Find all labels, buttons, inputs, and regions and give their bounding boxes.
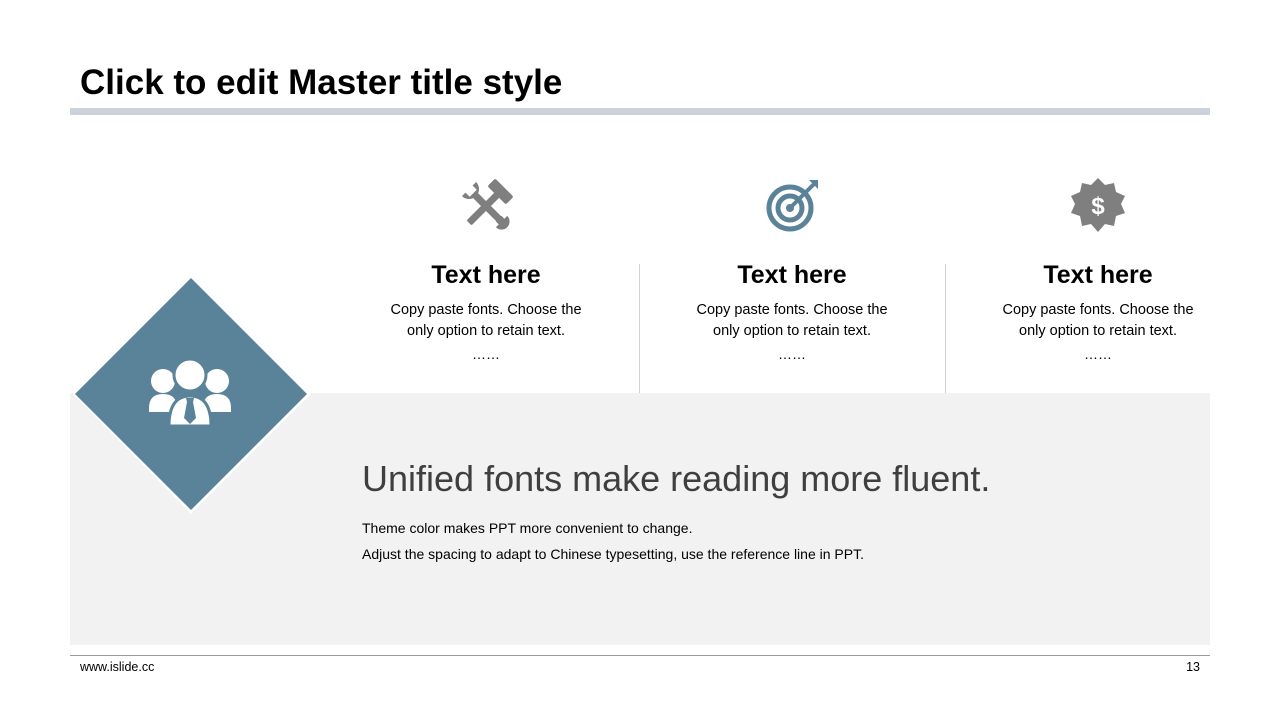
footer-website: www.islide.cc <box>80 660 155 674</box>
feature-description-line: Copy paste fonts. Choose the <box>390 302 582 318</box>
feature-title: Text here <box>431 261 541 289</box>
title-underline-bar <box>70 108 1210 115</box>
panel-headline: Unified fonts make reading more fluent. <box>362 458 991 499</box>
feature-title: Text here <box>737 261 847 289</box>
column-divider <box>945 264 946 393</box>
feature-description-line: Copy paste fonts. Choose the <box>1002 302 1194 318</box>
svg-text:$: $ <box>1091 193 1105 220</box>
feature-ellipsis: …… <box>778 346 806 362</box>
footer-divider <box>70 655 1210 656</box>
panel-body-line: Theme color makes PPT more convenient to… <box>362 520 693 536</box>
dollar-badge-icon: $ <box>1071 178 1125 232</box>
slide-title: Click to edit Master title style <box>80 63 563 102</box>
feature-title: Text here <box>1043 261 1153 289</box>
feature-ellipsis: …… <box>1084 346 1112 362</box>
target-icon <box>766 180 818 232</box>
feature-ellipsis: …… <box>472 346 500 362</box>
page-number: 13 <box>1186 660 1200 674</box>
feature-description-line: only option to retain text. <box>1019 323 1177 339</box>
feature-description-line: only option to retain text. <box>407 323 565 339</box>
panel-body-line: Adjust the spacing to adapt to Chinese t… <box>362 546 864 562</box>
feature-description-line: only option to retain text. <box>713 323 871 339</box>
tools-icon <box>461 179 513 230</box>
feature-description-line: Copy paste fonts. Choose the <box>696 302 888 318</box>
team-diamond <box>73 274 311 514</box>
column-divider <box>639 264 640 393</box>
